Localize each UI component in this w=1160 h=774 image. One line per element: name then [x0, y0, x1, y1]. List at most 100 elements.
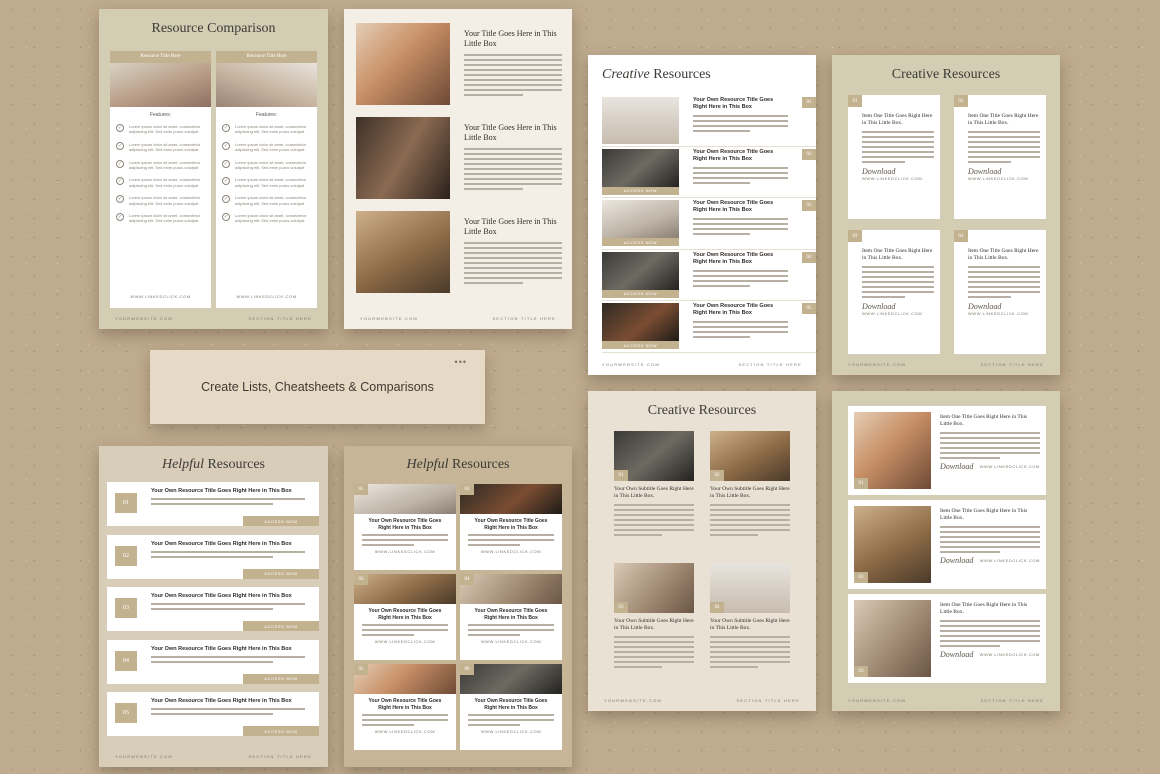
card-link[interactable]: WWW.LINKEDCLICK.COM	[968, 311, 1040, 316]
helpful-resources-list-page: Helpful Resources 01 Your Own Resource Ti…	[99, 446, 328, 767]
comparison-column: Resource Title Here Features: ✓ Lorem ips…	[110, 51, 211, 308]
resource-title: Your Own Resource Title Goes Right Here …	[151, 488, 292, 494]
resource-row: 04 Your Own Resource Title Goes Right Her…	[107, 639, 319, 684]
signature: Download	[940, 556, 974, 565]
footer-website[interactable]: YOURWEBSITE.COM	[848, 362, 906, 367]
feature-text: Lorem ipsum dolor sit amet, consectetur …	[235, 141, 307, 153]
access-now-button[interactable]: ACCESS NOW	[602, 186, 679, 195]
column-heading: Resource Title Here	[110, 51, 211, 63]
access-now-button[interactable]: ACCESS NOW	[602, 341, 679, 349]
placeholder-text-lines	[468, 534, 554, 546]
creative-resources-cards-page: Creative Resources 01 Item One Title Goes…	[832, 55, 1060, 375]
list-item: Your Title Goes Here in This Little Box	[356, 117, 562, 210]
footer-website[interactable]: YOURWEBSITE.COM	[360, 316, 418, 321]
profile-link[interactable]: WWW.LINKEDCLICK.COM	[980, 464, 1040, 469]
card-link[interactable]: WWW.LINKEDCLICK.COM	[460, 639, 562, 644]
check-icon: ✓	[222, 124, 230, 132]
feature-text: Lorem ipsum dolor sit amet, consectetur …	[235, 177, 307, 188]
feature-text: Lorem ipsum dolor sit amet, consectetur …	[129, 141, 201, 153]
item-number: 04	[710, 602, 724, 613]
placeholder-text-lines	[710, 504, 790, 536]
card-link[interactable]: WWW.LINKEDCLICK.COM	[862, 176, 934, 181]
card-link[interactable]: WWW.LINKEDCLICK.COM	[354, 549, 456, 554]
signature: Download	[940, 650, 974, 659]
placeholder-text-lines	[862, 131, 934, 163]
resource-row: 05 Your Own Resource Title Goes Right Her…	[107, 692, 319, 736]
check-icon: ✓	[116, 213, 124, 222]
column-link[interactable]: WWW.LINKEDCLICK.COM	[216, 294, 317, 299]
resource-card: 01 Item One Title Goes Right Here in This…	[848, 95, 940, 219]
features-label: Features:	[255, 112, 278, 118]
title-rest: Resources	[451, 457, 510, 472]
profile-link[interactable]: WWW.LINKEDCLICK.COM	[980, 652, 1040, 657]
placeholder-text-lines	[693, 218, 788, 235]
item-number: 02	[802, 148, 816, 160]
item-number: 04	[954, 230, 968, 242]
page-title: Helpful Resources	[99, 457, 328, 473]
feature-row: ✓ Lorem ipsum dolor sit amet, consectetur…	[222, 124, 311, 135]
signature: Download	[968, 167, 1002, 176]
title-rest: Resources	[653, 67, 711, 82]
photo	[354, 574, 456, 604]
footer-website[interactable]: YOURWEBSITE.COM	[115, 316, 173, 321]
access-now-button[interactable]: ACCESS NOW	[602, 238, 679, 246]
access-now-button[interactable]: ACCESS NOW	[243, 516, 319, 526]
item-number: 03	[802, 200, 816, 211]
footer-website[interactable]: YOURWEBSITE.COM	[602, 362, 660, 367]
subtitle-card: 04 Your Own Subtitle Goes Right Here in T…	[710, 563, 790, 683]
resource-card: 02 Item One Title Goes Right Here in This…	[954, 95, 1046, 219]
placeholder-text-lines	[614, 504, 694, 536]
resource-row: ACCESS NOW Your Own Resource Title Goes R…	[602, 198, 816, 250]
card-link[interactable]: WWW.LINKEDCLICK.COM	[354, 639, 456, 644]
card-title: Your Own Resource Title Goes Right Here …	[368, 518, 442, 531]
profile-link[interactable]: WWW.LINKEDCLICK.COM	[980, 558, 1040, 563]
list-item: Your Title Goes Here in This Little Box	[356, 23, 562, 116]
resource-row: 03 Your Own Resource Title Goes Right Her…	[107, 587, 319, 631]
column-link[interactable]: WWW.LINKEDCLICK.COM	[110, 294, 211, 299]
access-now-button[interactable]: ACCESS NOW	[243, 673, 319, 684]
footer-website[interactable]: YOURWEBSITE.COM	[604, 698, 662, 703]
placeholder-text-lines	[940, 620, 1040, 647]
item-title: Your Title Goes Here in This Little Box	[464, 29, 557, 48]
placeholder-text-lines	[940, 432, 1040, 459]
access-now-button[interactable]: ACCESS NOW	[243, 568, 319, 579]
footer-website[interactable]: YOURWEBSITE.COM	[848, 698, 906, 703]
placeholder-text-lines	[614, 636, 694, 668]
resource-title: Your Own Resource Title Goes Right Here …	[151, 540, 292, 547]
subtitle-card: 02 Your Own Subtitle Goes Right Here in T…	[710, 431, 790, 551]
photo-list-page: Your Title Goes Here in This Little Box Y…	[344, 9, 572, 329]
resource-card: 05 Your Own Resource Title Goes Right Her…	[354, 664, 456, 750]
card-link[interactable]: WWW.LINKEDCLICK.COM	[862, 311, 934, 316]
feature-row: ✓ Lorem ipsum dolor sit amet, consectetur…	[116, 213, 205, 224]
feature-text: Lorem ipsum dolor sit amet, consectetur …	[129, 195, 201, 206]
placeholder-text-lines	[151, 603, 313, 610]
placeholder-text-lines	[362, 534, 448, 546]
item-number: 02	[115, 545, 137, 566]
card-link[interactable]: WWW.LINKEDCLICK.COM	[460, 729, 562, 734]
item-number: 02	[460, 484, 474, 495]
photo	[356, 117, 450, 199]
page-title: Creative Resources	[647, 403, 757, 418]
access-now-button[interactable]: ACCESS NOW	[602, 289, 679, 298]
card-link[interactable]: WWW.LINKEDCLICK.COM	[460, 549, 562, 554]
check-icon: ✓	[116, 195, 124, 204]
footer-website[interactable]: YOURWEBSITE.COM	[115, 754, 173, 759]
card-link[interactable]: WWW.LINKEDCLICK.COM	[354, 729, 456, 734]
card-title: Your Own Resource Title Goes Right Here …	[474, 698, 548, 711]
page-title: Creative Resources	[891, 67, 1001, 82]
item-number: 01	[802, 97, 816, 108]
feature-row: ✓ Lorem ipsum dolor sit amet, consectetur…	[116, 141, 205, 153]
feature-row: ✓ Lorem ipsum dolor sit amet, consectetur…	[116, 124, 205, 135]
photo	[602, 251, 679, 290]
item-number: 01	[854, 478, 868, 489]
resource-title: Your Own Resource Title Goes Right Here …	[693, 148, 774, 162]
access-now-button[interactable]: ACCESS NOW	[243, 726, 319, 736]
item-number: 01	[848, 95, 862, 107]
card-link[interactable]: WWW.LINKEDCLICK.COM	[968, 176, 1040, 181]
placeholder-text-lines	[464, 148, 562, 190]
access-now-button[interactable]: ACCESS NOW	[243, 621, 319, 631]
item-title: Your Title Goes Here in This Little Box	[464, 123, 557, 142]
check-icon: ✓	[116, 124, 124, 132]
feature-text: Lorem ipsum dolor sit amet, consectetur …	[129, 124, 201, 135]
item-number: 05	[354, 664, 368, 675]
